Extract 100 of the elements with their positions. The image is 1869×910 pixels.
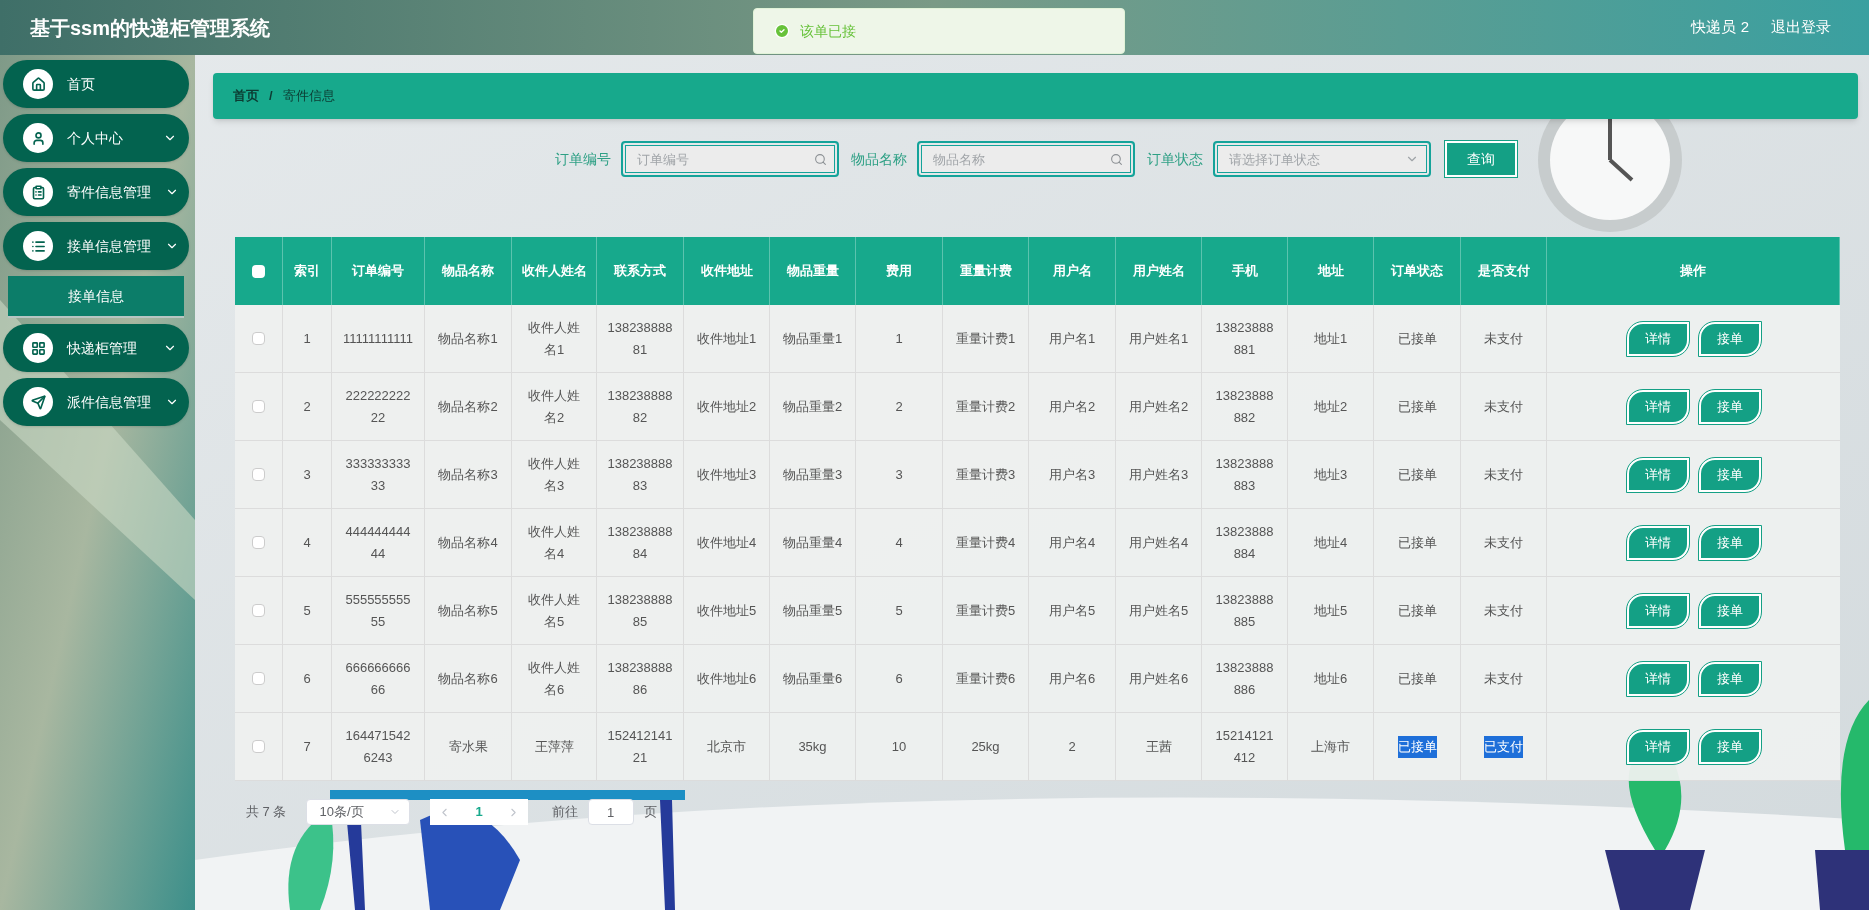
row-checkbox[interactable] — [252, 740, 265, 753]
table-cell-text: 收件地址5 — [696, 601, 757, 620]
table-cell-text: 用户姓名5 — [1128, 601, 1189, 620]
column-header: 索引 — [294, 262, 320, 281]
table-cell-text: 物品名称3 — [438, 465, 498, 484]
table-cell-text: 13823888886 — [1214, 658, 1275, 699]
select-all-checkbox[interactable] — [252, 264, 265, 278]
table-cell-text: 10 — [891, 737, 907, 756]
search-field[interactable]: 订单编号 — [620, 141, 839, 177]
row-checkbox[interactable] — [252, 332, 265, 345]
table-cell-text: 物品名称2 — [438, 397, 498, 416]
column-header: 操作 — [1680, 262, 1706, 281]
sidebar-item[interactable]: 快递柜管理 — [3, 324, 189, 372]
table-cell-text: 用户姓名2 — [1128, 397, 1189, 416]
sidebar-item[interactable]: 个人中心 — [3, 114, 189, 162]
details-button[interactable]: 详情 — [1626, 729, 1689, 764]
sidebar-item[interactable]: 首页 — [3, 60, 189, 108]
table-cell-text: 用户姓名1 — [1128, 329, 1189, 348]
table-cell-text: 已接单 — [1397, 669, 1437, 688]
table-cell-text: 22222222222 — [344, 386, 412, 427]
accept-button[interactable]: 接单 — [1698, 661, 1761, 696]
table-cell-text: 33333333333 — [344, 454, 412, 495]
goto-suffix: 页 — [643, 803, 657, 822]
breadcrumb-item[interactable]: 首页 — [233, 86, 259, 106]
table-cell-text: 物品名称1 — [438, 329, 498, 348]
details-button[interactable]: 详情 — [1626, 457, 1689, 492]
table-cell-text: 15241214121 — [607, 726, 673, 767]
table-cell-text: 2 — [303, 397, 311, 416]
details-button[interactable]: 详情 — [1626, 525, 1689, 560]
accept-button[interactable]: 接单 — [1698, 729, 1761, 764]
table-cell-text: 13823888883 — [607, 454, 673, 495]
table-cell-text: 未支付 — [1484, 533, 1523, 552]
table-cell-text: 已接单 — [1397, 533, 1437, 552]
query-button[interactable]: 查询 — [1444, 141, 1517, 177]
table-cell-text: 13823888884 — [607, 522, 673, 563]
table-cell-text: 15214121412 — [1214, 726, 1275, 767]
table-cell-text: 用户名5 — [1048, 601, 1096, 620]
column-header: 订单状态 — [1391, 262, 1443, 281]
table-cell-text: 2 — [1068, 737, 1076, 756]
column-header: 是否支付 — [1477, 262, 1530, 281]
table-cell-text: 收件地址1 — [696, 329, 757, 348]
details-button[interactable]: 详情 — [1626, 321, 1689, 356]
breadcrumb-item: 寄件信息 — [282, 87, 335, 106]
table-cell-text: 6 — [895, 669, 903, 688]
table-cell-text: 收件地址4 — [696, 533, 757, 552]
toast-message: 该单已接 — [800, 21, 856, 41]
table-cell-text: 1 — [303, 329, 311, 348]
page-size-select[interactable]: 10条/页 — [306, 799, 411, 825]
table-cell-text: 收件人姓名1 — [527, 318, 581, 359]
accept-button[interactable]: 接单 — [1698, 593, 1761, 628]
logout-link[interactable]: 退出登录 — [1771, 16, 1831, 39]
accept-button[interactable]: 接单 — [1698, 389, 1761, 424]
accept-button[interactable]: 接单 — [1698, 457, 1761, 492]
table-cell-text: 用户名6 — [1048, 669, 1096, 688]
details-button[interactable]: 详情 — [1626, 661, 1689, 696]
table-cell-text: 收件地址2 — [696, 397, 757, 416]
row-checkbox[interactable] — [252, 400, 265, 413]
table-cell-text: 44444444444 — [344, 522, 412, 563]
search-field[interactable]: 物品名称 — [916, 141, 1135, 177]
details-button[interactable]: 详情 — [1626, 593, 1689, 628]
table-cell-text: 用户姓名3 — [1128, 465, 1189, 484]
details-button[interactable]: 详情 — [1626, 389, 1689, 424]
accept-button[interactable]: 接单 — [1698, 525, 1761, 560]
row-checkbox[interactable] — [252, 468, 265, 481]
table-cell-text: 4 — [303, 533, 311, 552]
accept-button[interactable]: 接单 — [1698, 321, 1761, 356]
table-cell-text: 13823888885 — [607, 590, 673, 631]
home-icon — [23, 69, 53, 99]
table-cell-text: 13823888881 — [1214, 318, 1275, 359]
table-cell-text: 用户姓名4 — [1128, 533, 1189, 552]
sidebar-item[interactable]: 接单信息管理 — [3, 222, 189, 270]
field-label: 物品名称 — [850, 149, 907, 169]
submenu-item[interactable]: 接单信息 — [8, 276, 184, 318]
table-cell-text: 6 — [303, 669, 311, 688]
table-cell-text: 收件人姓名4 — [527, 522, 581, 563]
table-cell-text: 物品重量5 — [782, 601, 843, 620]
select-field[interactable]: 请选择订单状态 — [1212, 141, 1431, 177]
row-checkbox[interactable] — [252, 672, 265, 685]
table-cell-text: 上海市 — [1311, 737, 1350, 756]
sidebar-item[interactable]: 派件信息管理 — [3, 378, 189, 426]
table-cell-text: 用户姓名6 — [1128, 669, 1189, 688]
table-cell-text: 3 — [303, 465, 311, 484]
table-cell-text: 北京市 — [707, 737, 746, 756]
goto-page-field[interactable]: 1 — [587, 799, 634, 825]
table-cell-text: 物品名称6 — [438, 669, 498, 688]
table-cell-text: 地址6 — [1313, 669, 1348, 688]
table-cell-text: 收件人姓名3 — [527, 454, 581, 495]
column-header: 地址 — [1317, 262, 1344, 281]
table-cell-text: 收件地址3 — [696, 465, 757, 484]
table-cell-text: 13823888881 — [607, 318, 673, 359]
sidebar-item[interactable]: 寄件信息管理 — [3, 168, 189, 216]
table-cell-text: 5 — [303, 601, 311, 620]
page-number[interactable]: 1 — [469, 802, 489, 822]
row-checkbox[interactable] — [252, 536, 265, 549]
table-cell-text: 3 — [895, 465, 903, 484]
table-cell-text: 35kg — [798, 737, 827, 756]
table-cell-text: 王萍萍 — [534, 737, 574, 756]
table-cell-text: 收件人姓名6 — [527, 658, 581, 699]
row-checkbox[interactable] — [252, 604, 265, 617]
list-icon — [23, 231, 53, 261]
